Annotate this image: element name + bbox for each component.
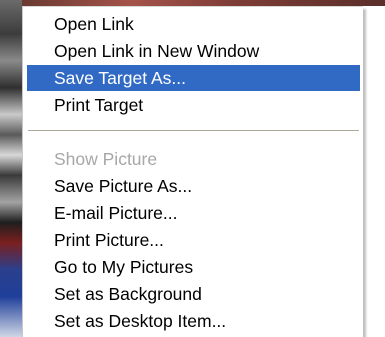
menu-item-print-target[interactable]: Print Target: [27, 92, 360, 118]
menu-item-open-link-new-window[interactable]: Open Link in New Window: [27, 38, 360, 64]
menu-separator: [28, 130, 359, 132]
menu-item-open-link[interactable]: Open Link: [27, 11, 360, 37]
menu-item-email-picture[interactable]: E-mail Picture...: [27, 200, 360, 226]
menu-item-set-as-desktop-item[interactable]: Set as Desktop Item...: [27, 308, 360, 334]
screenshot-page: Open Link Open Link in New Window Save T…: [0, 0, 385, 337]
menu-item-show-picture: Show Picture: [54, 149, 158, 169]
menu-item-go-to-my-pictures[interactable]: Go to My Pictures: [27, 254, 360, 280]
menu-item-print-picture[interactable]: Print Picture...: [27, 227, 360, 253]
context-menu: Open Link Open Link in New Window Save T…: [22, 6, 363, 337]
background-page-edge: [0, 0, 22, 337]
menu-item-save-target-as[interactable]: Save Target As...: [27, 65, 360, 91]
menu-item-set-as-background[interactable]: Set as Background: [27, 281, 360, 307]
menu-item-save-picture-as[interactable]: Save Picture As...: [27, 173, 360, 199]
